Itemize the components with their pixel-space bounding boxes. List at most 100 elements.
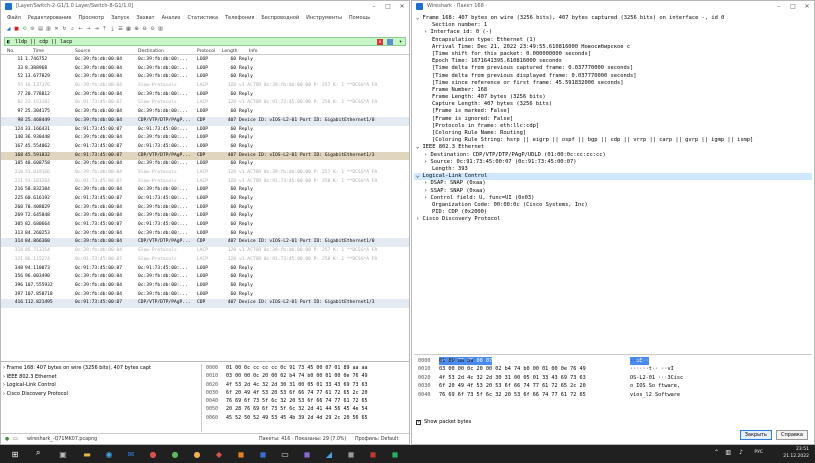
bookmark-icon[interactable]: ◧ bbox=[7, 38, 10, 46]
zoom-in-icon[interactable]: ⊕ bbox=[133, 26, 140, 33]
go-forward-icon[interactable]: → bbox=[85, 26, 92, 33]
maximize-button[interactable]: □ bbox=[381, 1, 395, 12]
protocol-tree-item[interactable]: Arrival Time: Dec 21, 2022 23:49:55.6108… bbox=[414, 44, 812, 51]
packet-row[interactable]: 124 33.166431 0c:91:73:45:00:07 0c:91:73:45… bbox=[1, 125, 409, 135]
menu-item[interactable]: Просмотр bbox=[78, 13, 104, 23]
packet-row[interactable]: 210 53.019166 0c:39:fb:db:00:04 Slow-Protoc… bbox=[1, 168, 409, 178]
detail-bytes-pane[interactable]: 000001 00 0c cc cc cc 0c 91 73 45 00 07 … bbox=[414, 354, 812, 404]
expert-info-icon[interactable]: ● bbox=[5, 434, 9, 445]
packet-row[interactable]: 305 82.680664 0c:91:73:45:00:07 0c:91:73:45… bbox=[1, 221, 409, 230]
packet-row[interactable]: 321 86.115274 0c:91:73:45:00:07 Slow-Protoc… bbox=[1, 255, 409, 265]
terminal-icon[interactable]: ▭ bbox=[280, 449, 290, 459]
protocol-tree-item[interactable]: ⌄ Frame 168: 407 bytes on wire (3256 bit… bbox=[414, 15, 812, 22]
network-icon[interactable]: ▥ bbox=[725, 449, 731, 456]
col-header-no[interactable]: No. bbox=[7, 48, 35, 55]
menu-item[interactable]: Запуск bbox=[111, 13, 129, 23]
packet-row[interactable]: 260 70.408029 0c:39:fb:db:00:04 0c:39:fb:db… bbox=[1, 203, 409, 213]
minimize-button[interactable]: – bbox=[367, 1, 381, 12]
close-dialog-button[interactable]: Закрыть bbox=[739, 430, 772, 440]
app-green-icon[interactable]: ● bbox=[170, 449, 180, 459]
wireshark-taskbar-icon[interactable]: ◢ bbox=[324, 449, 334, 459]
display-filter-input[interactable]: lldp || cdp || lacp bbox=[15, 39, 72, 45]
menu-item[interactable]: Статистика bbox=[187, 13, 218, 23]
mail-icon[interactable]: ✉ bbox=[126, 449, 136, 459]
col-header-time[interactable]: Time bbox=[33, 48, 44, 55]
col-header-source[interactable]: Source bbox=[75, 48, 90, 55]
system-tray-clock[interactable]: 23:51 21.12.2022 bbox=[783, 446, 809, 460]
packet-bytes-pane[interactable]: 0000 01 00 0c cc cc cc 0c 91 73 45 00 07 … bbox=[201, 364, 409, 432]
pdf-app-icon[interactable]: ◆ bbox=[214, 449, 224, 459]
menu-item[interactable]: Инструменты bbox=[306, 13, 342, 23]
protocol-tree-item[interactable]: Section number: 1 bbox=[414, 22, 812, 29]
app-red-icon[interactable]: ● bbox=[148, 449, 158, 459]
packet-details-tree[interactable]: › Frame 168: 407 bytes on wire (3256 bit… bbox=[3, 364, 199, 432]
packet-row[interactable]: 98 25.468449 0c:39:fb:db:00:04 CDP/VTP/DTP/… bbox=[1, 116, 409, 126]
protocol-tree-item[interactable]: PID: CDP (0x2000) bbox=[414, 209, 812, 216]
stop-capture-icon[interactable]: ■ bbox=[13, 26, 20, 33]
close-button[interactable]: ✕ bbox=[800, 1, 814, 12]
tray-expand-icon[interactable]: ⌃ bbox=[714, 449, 719, 456]
search-icon[interactable]: ⌕ bbox=[36, 448, 46, 460]
protocol-tree-item[interactable]: Frame Number: 168 bbox=[414, 87, 812, 94]
start-windows-icon[interactable]: ⊞ bbox=[10, 449, 20, 459]
menu-item[interactable]: Редактирование bbox=[28, 13, 72, 23]
packet-row[interactable]: 11 1.746752 0c:39:fb:db:00:04 0c:39:fb:db:0… bbox=[1, 56, 409, 65]
help-button[interactable]: Справка bbox=[775, 430, 808, 440]
find-packet-icon[interactable]: ⌕ bbox=[69, 26, 76, 33]
packet-row[interactable]: 168 45.591832 0c:91:73:45:00:07 CDP/VTP/DTP… bbox=[1, 151, 409, 161]
packet-list[interactable]: 11 1.746752 0c:39:fb:db:00:04 0c:39:fb:db:0… bbox=[1, 56, 409, 359]
minimize-button[interactable]: – bbox=[772, 1, 786, 12]
maximize-button[interactable]: □ bbox=[786, 1, 800, 12]
app-purple-icon[interactable]: ◼ bbox=[302, 449, 312, 459]
save-file-icon[interactable]: ▥ bbox=[45, 26, 52, 33]
word-app-icon[interactable]: ◼ bbox=[258, 449, 268, 459]
zoom-out-icon[interactable]: ⊖ bbox=[141, 26, 148, 33]
protocol-tree-item[interactable]: › DSAP: SNAP (0xaa) bbox=[414, 180, 812, 187]
packet-row[interactable]: 348 94.110073 0c:91:73:45:00:07 0c:91:73:45… bbox=[1, 264, 409, 274]
apply-filter-icon[interactable] bbox=[387, 39, 393, 45]
resize-columns-icon[interactable]: ▥ bbox=[157, 26, 164, 33]
go-first-icon[interactable]: ⤒ bbox=[101, 26, 108, 33]
keyboard-language[interactable]: РУС bbox=[754, 450, 763, 455]
protocol-tree-item[interactable]: Encapsulation type: Ethernet (1) bbox=[414, 37, 812, 44]
protocol-tree-item[interactable]: Epoch Time: 1671641395.610816000 seconds bbox=[414, 58, 812, 65]
capture-file-icon[interactable]: ▭ bbox=[13, 434, 18, 445]
filter-dropdown-icon[interactable]: ▾ bbox=[399, 38, 402, 46]
app-grey-icon[interactable]: ◼ bbox=[346, 449, 356, 459]
reload-icon[interactable]: ↻ bbox=[61, 26, 68, 33]
autoscroll-icon[interactable]: ☰ bbox=[117, 26, 124, 33]
packet-row[interactable]: 313 84.260253 0c:39:fb:db:00:04 0c:39:fb:db… bbox=[1, 229, 409, 239]
protocol-tree-item[interactable]: [Time shift for this packet: 0.000000000… bbox=[414, 51, 812, 58]
display-filter-bar[interactable]: ◧ lldp || cdp || lacp ✕ ▾ bbox=[4, 37, 406, 46]
protocol-tree-item[interactable]: › Destination: CDP/VTP/DTP/PAgP/UDLD (01… bbox=[414, 152, 812, 159]
file-explorer-icon[interactable]: ▬ bbox=[82, 449, 92, 459]
packet-row[interactable]: 140 36.930448 0c:39:fb:db:00:04 0c:39:fb:db… bbox=[1, 134, 409, 143]
col-header-destination[interactable]: Destination bbox=[138, 48, 164, 55]
menu-item[interactable]: Файл bbox=[7, 13, 21, 23]
open-file-icon[interactable]: ▤ bbox=[37, 26, 44, 33]
protocol-tree-item[interactable]: [Frame is ignored: False] bbox=[414, 116, 812, 123]
restart-capture-icon[interactable]: ⟲ bbox=[21, 26, 28, 33]
status-profile[interactable]: Профиль: Default bbox=[355, 434, 398, 445]
protocol-tree-item[interactable]: Frame Length: 407 bytes (3256 bits) bbox=[414, 94, 812, 101]
packet-row[interactable]: 216 58.832104 0c:39:fb:db:00:04 0c:39:fb:db… bbox=[1, 186, 409, 195]
packet-row[interactable]: 55 16.137376 0c:39:fb:db:00:04 Slow-Protoco… bbox=[1, 82, 409, 91]
protocol-tree-item[interactable]: › Interface id: 0 (-) bbox=[414, 29, 812, 36]
protocol-tree-item[interactable]: › Source: 0c:91:73:45:00:07 (0c:91:73:45… bbox=[414, 159, 812, 166]
app-darkred-icon[interactable]: ◼ bbox=[368, 449, 378, 459]
protocol-tree-item[interactable]: [Time delta from previous displayed fram… bbox=[414, 73, 812, 80]
protocol-tree-item[interactable]: ⌄ Logical-Link Control bbox=[414, 173, 812, 181]
menu-item[interactable]: Анализ bbox=[162, 13, 181, 23]
colorize-icon[interactable]: ▦ bbox=[125, 26, 132, 33]
detail-tree-item[interactable]: › Frame 168: 407 bytes on wire (3256 bit… bbox=[3, 364, 199, 373]
protocol-tree-item[interactable]: Capture Length: 407 bytes (3256 bits) bbox=[414, 101, 812, 108]
packet-row[interactable]: 185 48.608758 0c:39:fb:db:00:04 0c:39:fb:db… bbox=[1, 160, 409, 169]
packet-row[interactable]: 225 60.616192 0c:91:73:45:00:07 0c:91:73:45… bbox=[1, 195, 409, 204]
packet-row[interactable]: 97 25.304175 0c:39:fb:db:00:04 0c:39:fb:db:… bbox=[1, 108, 409, 117]
packet-row[interactable]: 167 45.554062 0c:91:73:45:00:07 0c:91:73:45… bbox=[1, 142, 409, 152]
go-to-packet-icon[interactable]: ⇥ bbox=[93, 26, 100, 33]
packet-row[interactable]: 82 22.153182 0c:91:73:45:00:07 Slow-Protoco… bbox=[1, 99, 409, 109]
capture-options-icon[interactable]: ⚙ bbox=[29, 26, 36, 33]
detail-protocol-tree[interactable]: ⌄ Frame 168: 407 bytes on wire (3256 bit… bbox=[414, 15, 812, 351]
protocol-tree-item[interactable]: Length: 393 bbox=[414, 166, 812, 173]
